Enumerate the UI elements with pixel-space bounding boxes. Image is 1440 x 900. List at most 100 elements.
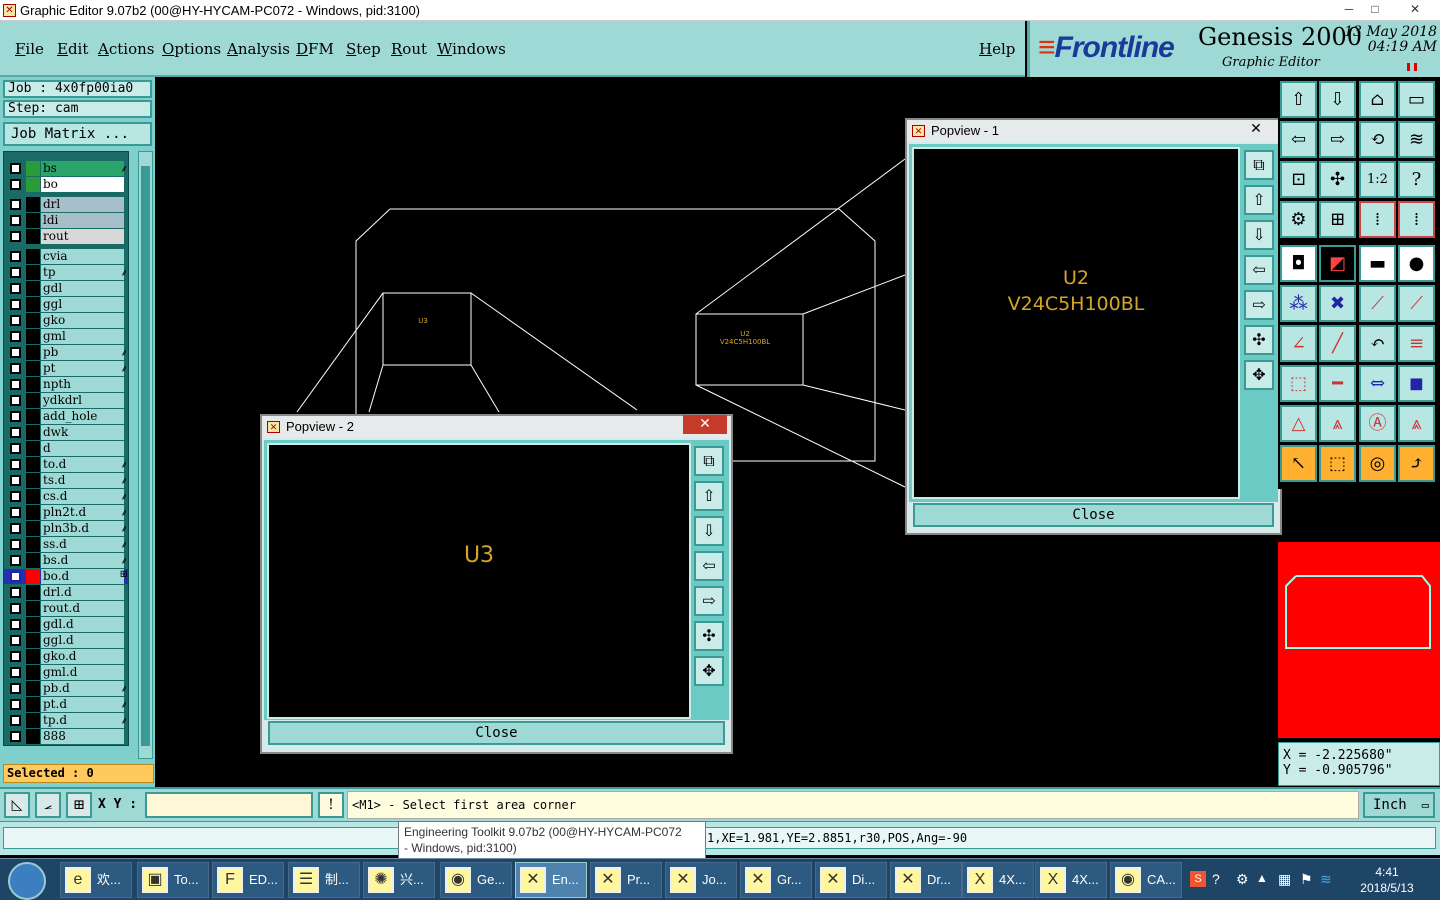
layer-checkbox[interactable] xyxy=(10,475,21,486)
layer-name[interactable]: gdl xyxy=(41,281,124,296)
undo-zoom-icon[interactable]: ⟲ xyxy=(1359,121,1396,158)
snap-mode-icon[interactable]: ◺ xyxy=(4,792,30,818)
home-icon[interactable]: ⌂ xyxy=(1359,81,1396,118)
line-icon[interactable]: ⟋ xyxy=(1359,285,1396,322)
triangle-a-icon[interactable]: Ⓐ xyxy=(1359,405,1396,442)
layer-color-swatch[interactable] xyxy=(26,521,40,536)
layer-checkbox[interactable] xyxy=(10,283,21,294)
layer-checkbox[interactable] xyxy=(10,651,21,662)
layer-name[interactable]: tp xyxy=(41,265,124,280)
layer-checkbox[interactable] xyxy=(10,683,21,694)
taskbar-item[interactable]: ◉ CA... xyxy=(1110,862,1182,898)
ruler-icon[interactable]: ▬ xyxy=(1359,245,1396,282)
layer-checkbox[interactable] xyxy=(10,635,21,646)
layer-name[interactable]: npth xyxy=(41,377,124,392)
layer-checkbox[interactable] xyxy=(10,199,21,210)
flag-tray-icon[interactable]: ⚑ xyxy=(1300,871,1313,888)
angle-icon[interactable]: ∠ xyxy=(1280,325,1317,362)
zoom-window-icon[interactable]: ⧉ xyxy=(694,446,724,476)
xy-input[interactable] xyxy=(145,792,313,818)
layer-checkbox[interactable] xyxy=(10,555,21,566)
layer-row[interactable]: pln3b.d ⸙ xyxy=(4,521,128,536)
layer-name[interactable]: pt xyxy=(41,361,124,376)
layer-color-swatch[interactable] xyxy=(26,441,40,456)
layer-name[interactable]: dwk xyxy=(41,425,124,440)
layer-name[interactable]: bs.d xyxy=(41,553,124,568)
path-pointer-icon[interactable]: ⤴ xyxy=(1398,445,1435,482)
snap-alt-icon[interactable]: ⁞ xyxy=(1398,201,1435,238)
triangle-up-icon[interactable]: ⩓ xyxy=(1319,405,1356,442)
layer-row[interactable]: to.d ⸙ xyxy=(4,457,128,472)
layer-row[interactable]: cvia xyxy=(4,249,128,264)
layer-color-swatch[interactable] xyxy=(26,377,40,392)
layer-row[interactable]: tp.d ⸙ xyxy=(4,713,128,728)
layer-name[interactable]: ss.d xyxy=(41,537,124,552)
zoom-1-2-icon[interactable]: 1:2 xyxy=(1359,161,1396,198)
layer-color-swatch[interactable] xyxy=(26,313,40,328)
layer-checkbox[interactable] xyxy=(10,331,21,342)
connection-tray-icon[interactable]: ≋ xyxy=(1320,871,1332,888)
layer-color-swatch[interactable] xyxy=(26,697,40,712)
redraw-icon[interactable]: ≋ xyxy=(1398,121,1435,158)
layer-name[interactable]: to.d xyxy=(41,457,124,472)
menu-actions[interactable]: Actions xyxy=(98,40,154,58)
layer-color-swatch[interactable] xyxy=(26,297,40,312)
layer-color-swatch[interactable] xyxy=(26,425,40,440)
popview-2-close-icon[interactable]: ✕ xyxy=(683,415,727,434)
layer-name[interactable]: gml.d xyxy=(41,665,124,680)
help-icon[interactable]: ? xyxy=(1398,161,1435,198)
layer-name[interactable]: pb xyxy=(41,345,124,360)
layer-color-swatch[interactable] xyxy=(26,213,40,228)
layer-name[interactable]: add_hole xyxy=(41,409,124,424)
layer-row[interactable]: add_hole xyxy=(4,409,128,424)
circle-icon[interactable]: ● xyxy=(1398,245,1435,282)
layer-row[interactable]: pln2t.d ⸙ xyxy=(4,505,128,520)
layer-name[interactable]: ldi xyxy=(41,213,124,228)
layer-name[interactable]: 888 xyxy=(41,729,124,744)
layer-row[interactable]: ggl.d xyxy=(4,633,128,648)
layer-color-swatch[interactable] xyxy=(26,281,40,296)
layer-name[interactable]: drl xyxy=(41,197,124,212)
layer-color-swatch[interactable] xyxy=(26,329,40,344)
layer-row[interactable]: pb ⸙ xyxy=(4,345,128,360)
layer-row[interactable]: npth xyxy=(4,377,128,392)
layer-row[interactable]: ggl xyxy=(4,297,128,312)
clock[interactable]: 4:41 2018/5/13 xyxy=(1354,864,1420,896)
triangle-icon[interactable]: △ xyxy=(1280,405,1317,442)
layer-checkbox[interactable] xyxy=(10,379,21,390)
pan-down-icon[interactable]: ⇩ xyxy=(1319,81,1356,118)
layer-checkbox[interactable] xyxy=(10,443,21,454)
pan-left-icon[interactable]: ⇦ xyxy=(694,551,724,581)
nodes-icon[interactable]: ⁂ xyxy=(1280,285,1317,322)
layer-color-swatch[interactable] xyxy=(26,197,40,212)
layer-color-swatch[interactable] xyxy=(26,617,40,632)
color-icon[interactable]: ◩ xyxy=(1319,245,1356,282)
layer-color-swatch[interactable] xyxy=(26,265,40,280)
layer-name[interactable]: gko.d xyxy=(41,649,124,664)
layer-row[interactable]: ydkdrl xyxy=(4,393,128,408)
layer-color-swatch[interactable] xyxy=(26,345,40,360)
network-tray-icon[interactable]: ▦ xyxy=(1278,871,1291,888)
circle-pointer-icon[interactable]: ◎ xyxy=(1359,445,1396,482)
layer-color-swatch[interactable] xyxy=(26,229,40,244)
layer-row[interactable]: ts.d ⸙ xyxy=(4,473,128,488)
layer-row[interactable]: gko.d xyxy=(4,649,128,664)
settings-icon[interactable]: ⚙ xyxy=(1280,201,1317,238)
layer-checkbox[interactable] xyxy=(10,179,21,190)
layer-row[interactable]: d xyxy=(4,441,128,456)
menu-rout[interactable]: Rout xyxy=(391,40,427,58)
layer-name[interactable]: gdl.d xyxy=(41,617,124,632)
snap-icon[interactable]: ⁞ xyxy=(1359,201,1396,238)
move-icon[interactable]: ⬚ xyxy=(1280,365,1317,402)
pan-up-icon[interactable]: ⇧ xyxy=(694,481,724,511)
zoom-in-icon[interactable]: ✣ xyxy=(1319,161,1356,198)
layer-row[interactable]: 888 xyxy=(4,729,128,744)
layer-checkbox[interactable] xyxy=(10,571,21,582)
ff-icon[interactable]: ≡ xyxy=(1398,325,1435,362)
layer-row[interactable]: bs.d ⸙ xyxy=(4,553,128,568)
angle-mode-icon[interactable]: ⦟ xyxy=(35,792,61,818)
layer-color-swatch[interactable] xyxy=(26,505,40,520)
layer-name[interactable]: pt.d xyxy=(41,697,124,712)
layer-checkbox[interactable] xyxy=(10,251,21,262)
layer-checkbox[interactable] xyxy=(10,491,21,502)
